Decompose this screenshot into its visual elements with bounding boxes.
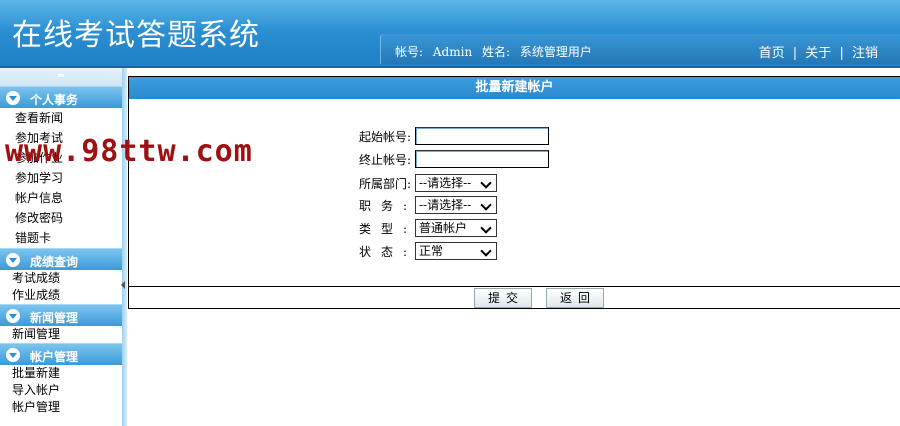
chevron-down-icon — [480, 221, 494, 235]
chevron-down-icon — [6, 91, 20, 105]
header-divider — [0, 66, 900, 68]
position-select[interactable]: --请选择-- — [415, 196, 497, 214]
end-account-input[interactable] — [415, 150, 549, 168]
sidebar-section-scores[interactable]: 成绩查询 — [0, 248, 124, 270]
section-title: 帐户管理 — [30, 350, 79, 364]
about-link[interactable]: 关于 — [805, 46, 831, 61]
account-label: 帐号: — [395, 45, 424, 59]
sidebar-splitter[interactable] — [122, 68, 127, 426]
type-selected: 普通帐户 — [419, 221, 468, 235]
status-row: 状态: 正常 — [359, 242, 497, 262]
submit-button[interactable]: 提交 — [474, 288, 532, 308]
chevron-down-icon — [6, 309, 20, 323]
chevron-down-icon — [480, 198, 494, 212]
collapse-arrow-icon[interactable] — [120, 280, 126, 290]
collapse-handle-icon[interactable] — [58, 74, 64, 77]
batch-create-panel: 批量新建帐户 起始帐号: 终止帐号: 所属部门: --请选择-- 职务: --请选择… — [128, 76, 900, 309]
link-separator: | — [839, 46, 844, 61]
chevron-down-icon — [480, 244, 494, 258]
sidebar-item-homework-scores[interactable]: 作业成绩 — [0, 287, 124, 304]
sidebar-item-wrong-answers[interactable]: 错题卡 — [0, 228, 124, 248]
sidebar-item-import-accounts[interactable]: 导入帐户 — [0, 382, 124, 399]
account-info: 帐号: Admin 姓名: 系统管理用户 — [395, 43, 598, 60]
sidebar-item-account-management[interactable]: 帐户管理 — [0, 399, 124, 416]
position-selected: --请选择-- — [419, 198, 472, 212]
department-selected: --请选择-- — [419, 176, 472, 190]
department-row: 所属部门: --请选择-- — [359, 174, 497, 194]
sidebar-section-accounts[interactable]: 帐户管理 — [0, 343, 124, 365]
status-select[interactable]: 正常 — [415, 242, 497, 260]
status-selected: 正常 — [419, 244, 444, 258]
start-account-label: 起始帐号: — [359, 129, 412, 144]
home-link[interactable]: 首页 — [759, 46, 785, 61]
department-select[interactable]: --请选择-- — [415, 174, 497, 192]
sidebar-item-batch-create[interactable]: 批量新建 — [0, 365, 124, 382]
section-title: 个人事务 — [30, 93, 79, 107]
panel-divider — [129, 286, 900, 287]
sidebar-section-personal[interactable]: 个人事务 — [0, 86, 124, 108]
sidebar: 个人事务 查看新闻 参加考试 参加作业 参加学习 帐户信息 修改密码 错题卡 成… — [0, 68, 124, 426]
type-select[interactable]: 普通帐户 — [415, 219, 497, 237]
app-title: 在线考试答题系统 — [12, 18, 260, 53]
end-account-row: 终止帐号: — [359, 150, 549, 170]
watermark: www.98ttw.com — [5, 134, 253, 169]
position-row: 职务: --请选择-- — [359, 196, 497, 216]
type-row: 类型: 普通帐户 — [359, 219, 497, 239]
user-info-bar: 帐号: Admin 姓名: 系统管理用户 首页 | 关于 | 注销 — [380, 34, 900, 64]
account-value: Admin — [432, 45, 473, 59]
section-title: 成绩查询 — [30, 255, 79, 269]
position-label: 职务: — [359, 198, 418, 213]
sidebar-item-study[interactable]: 参加学习 — [0, 168, 124, 188]
department-label: 所属部门: — [359, 176, 412, 191]
logout-link[interactable]: 注销 — [852, 46, 878, 61]
app-header: 在线考试答题系统 帐号: Admin 姓名: 系统管理用户 首页 | 关于 | … — [0, 0, 900, 68]
end-account-label: 终止帐号: — [359, 152, 412, 167]
sidebar-item-account-info[interactable]: 帐户信息 — [0, 188, 124, 208]
start-account-input[interactable] — [415, 127, 549, 145]
sidebar-item-change-password[interactable]: 修改密码 — [0, 208, 124, 228]
back-button[interactable]: 返回 — [546, 288, 604, 308]
name-value: 系统管理用户 — [519, 45, 592, 59]
status-label: 状态: — [359, 244, 418, 259]
chevron-down-icon — [480, 176, 494, 190]
sidebar-item-news-management[interactable]: 新闻管理 — [0, 326, 124, 343]
panel-title: 批量新建帐户 — [129, 77, 900, 99]
top-links: 首页 | 关于 | 注销 — [759, 42, 878, 61]
sidebar-section-news[interactable]: 新闻管理 — [0, 304, 124, 326]
sidebar-item-exam-scores[interactable]: 考试成绩 — [0, 270, 124, 287]
name-label: 姓名: — [482, 45, 511, 59]
chevron-down-icon — [6, 253, 20, 267]
sidebar-item-view-news[interactable]: 查看新闻 — [0, 108, 124, 128]
start-account-row: 起始帐号: — [359, 127, 549, 147]
chevron-down-icon — [6, 348, 20, 362]
section-title: 新闻管理 — [30, 311, 79, 325]
type-label: 类型: — [359, 221, 418, 236]
sidebar-top-bar — [0, 68, 124, 86]
link-separator: | — [792, 46, 798, 61]
